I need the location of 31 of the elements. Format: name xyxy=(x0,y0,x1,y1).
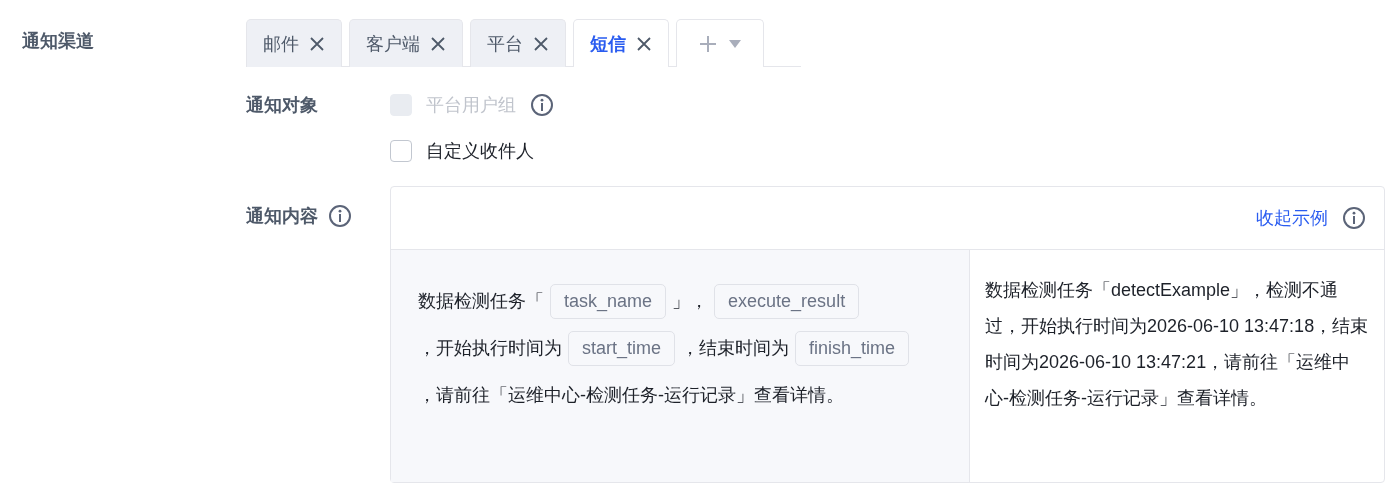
template-text: 数据检测任务「 xyxy=(418,291,544,311)
template-text: ，请前往「运维中心-检测任务-运行记 xyxy=(418,385,718,405)
checkbox-label: 平台用户组 xyxy=(426,94,516,117)
caret-icon xyxy=(729,39,741,48)
example-text: 数据检测任务「detectExample」，检测不通过，开始执行时间为2026-06-10 13:47:18，结束时间为2026-06-10 13:47:21，请前往「运维中心-检测任务-运行记录」查看详情。 xyxy=(985,280,1369,408)
field-label: 通知渠道 xyxy=(21,30,95,53)
content-label: 通知内容 xyxy=(246,205,318,228)
plus-icon xyxy=(699,34,717,53)
channel-tab[interactable]: 平台 xyxy=(470,19,566,67)
checkbox[interactable] xyxy=(390,140,412,162)
close-icon[interactable] xyxy=(533,35,549,52)
variable-tag: execute_result xyxy=(714,284,860,319)
variable-tag: finish_time xyxy=(795,331,910,366)
template-text: 」， xyxy=(672,291,709,311)
checkbox-label: 自定义收件人 xyxy=(426,140,534,163)
collapse-example-link[interactable]: 收起示例 xyxy=(1256,206,1328,230)
recipients-label: 通知对象 xyxy=(246,94,318,117)
template-text: ，结束时间为 xyxy=(681,338,790,358)
info-icon[interactable] xyxy=(1342,206,1366,230)
channel-tab[interactable]: 邮件 xyxy=(246,19,342,67)
variable-tag: task_name xyxy=(550,284,667,319)
template-editor[interactable]: 数据检测任务「 task_name 」， execute_result ，开始执行时间为 start_time ，结束时间为 finish_time ，请前往「运维中心-检测任务-运行记录」查看详情。 xyxy=(391,250,970,482)
close-icon[interactable] xyxy=(636,35,652,52)
template-text: ，开始执行时间为 xyxy=(418,338,562,358)
info-icon[interactable] xyxy=(328,204,352,228)
variable-tag: start_time xyxy=(568,331,676,366)
close-icon[interactable] xyxy=(430,35,446,52)
channel-tab[interactable]: 短信 xyxy=(573,19,669,67)
channel-tab[interactable]: 客户端 xyxy=(349,19,463,67)
close-icon[interactable] xyxy=(309,35,325,52)
template-text: 录」查看详情。 xyxy=(718,385,844,405)
